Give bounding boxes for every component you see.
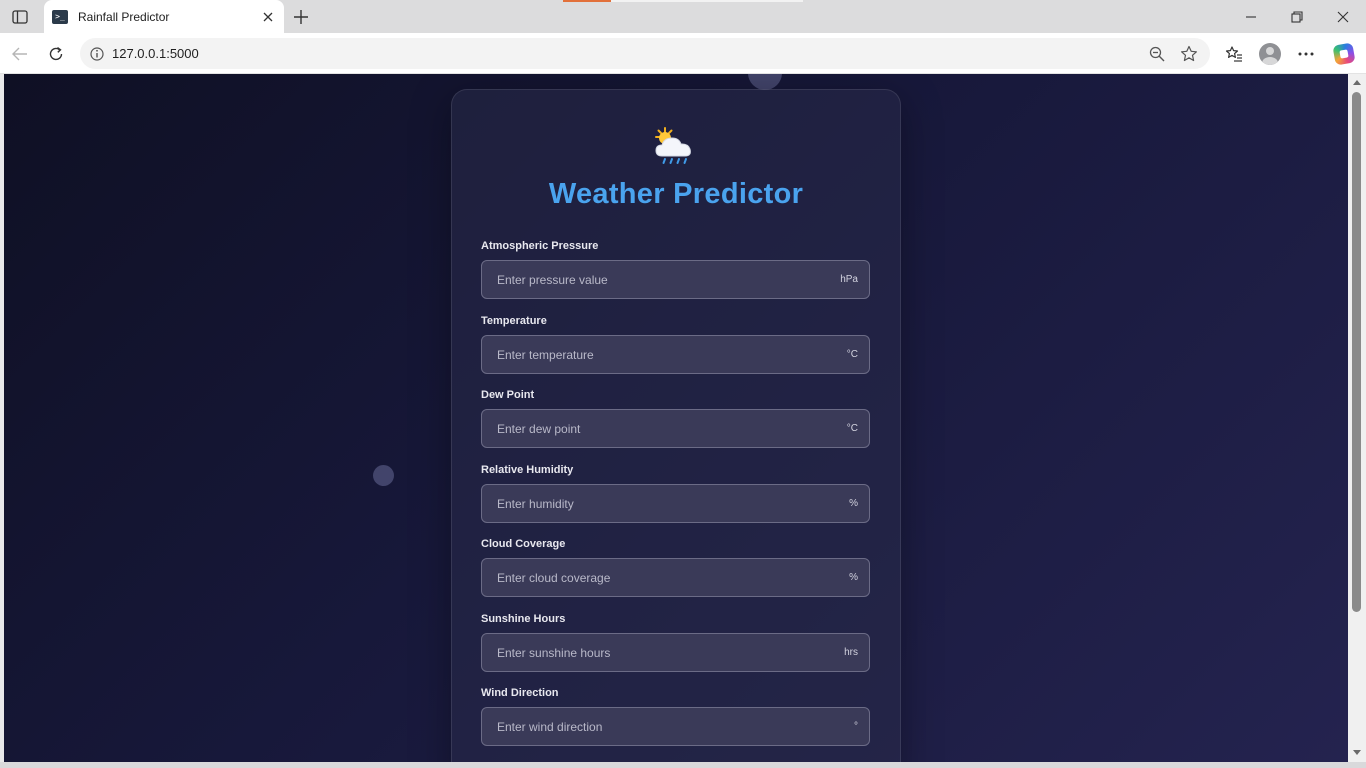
- favorites-icon[interactable]: [1221, 41, 1247, 67]
- profile-avatar[interactable]: [1257, 41, 1283, 67]
- predictor-form-card: Weather Predictor Atmospheric Pressure h…: [451, 89, 901, 762]
- avatar-icon: [1259, 43, 1281, 65]
- window-bottom-edge: [0, 762, 1366, 768]
- new-tab-button[interactable]: [290, 6, 312, 28]
- field-dew-point: Dew Point °C: [481, 389, 870, 448]
- site-info-icon[interactable]: [90, 46, 104, 61]
- field-label: Cloud Coverage: [481, 538, 566, 550]
- field-label: Wind Direction: [481, 687, 559, 699]
- sun-rain-cloud-icon: [655, 127, 691, 164]
- reload-icon[interactable]: [43, 41, 69, 67]
- browser-tab-bar: >_ Rainfall Predictor: [0, 0, 1366, 33]
- decorative-bubble: [373, 465, 394, 486]
- tab-actions-icon[interactable]: [8, 6, 32, 28]
- favorite-star-icon[interactable]: [1178, 43, 1200, 65]
- field-sunshine-hours: Sunshine Hours hrs: [481, 613, 870, 672]
- minimize-icon[interactable]: [1238, 4, 1264, 30]
- tab-title: Rainfall Predictor: [78, 9, 170, 24]
- scroll-thumb[interactable]: [1352, 92, 1361, 612]
- field-wind-direction: Wind Direction °: [481, 687, 870, 746]
- field-label: Sunshine Hours: [481, 613, 566, 625]
- unit-label: %: [849, 572, 858, 583]
- humidity-input[interactable]: [482, 485, 869, 522]
- unit-label: °C: [846, 349, 858, 360]
- unit-label: hPa: [840, 274, 858, 285]
- field-atmospheric-pressure: Atmospheric Pressure hPa: [481, 240, 870, 299]
- wind-direction-input[interactable]: [482, 708, 869, 745]
- field-temperature: Temperature °C: [481, 315, 870, 374]
- tab-strip-highlight: [611, 0, 803, 2]
- field-label: Atmospheric Pressure: [481, 240, 599, 252]
- back-icon[interactable]: [7, 41, 33, 67]
- address-bar[interactable]: 127.0.0.1:5000: [80, 38, 1210, 69]
- input-wrapper: °: [481, 707, 870, 746]
- close-tab-icon[interactable]: [260, 9, 276, 25]
- zoom-out-icon[interactable]: [1146, 43, 1168, 65]
- page-scrollbar[interactable]: [1348, 74, 1366, 762]
- browser-toolbar: 127.0.0.1:5000: [0, 33, 1366, 74]
- input-wrapper: °C: [481, 409, 870, 448]
- unit-label: %: [849, 498, 858, 509]
- pressure-input[interactable]: [482, 261, 869, 298]
- page-title: Weather Predictor: [548, 178, 804, 210]
- field-label: Relative Humidity: [481, 464, 574, 476]
- more-options-icon[interactable]: [1293, 41, 1319, 67]
- input-wrapper: hPa: [481, 260, 870, 299]
- restore-icon[interactable]: [1284, 4, 1310, 30]
- input-wrapper: %: [481, 484, 870, 523]
- page-viewport: Weather Predictor Atmospheric Pressure h…: [4, 74, 1348, 762]
- scroll-down-arrow-icon[interactable]: [1353, 750, 1361, 755]
- field-cloud-coverage: Cloud Coverage %: [481, 538, 870, 597]
- tab-strip-accent: [563, 0, 611, 2]
- copilot-icon[interactable]: [1331, 41, 1357, 67]
- terminal-favicon-icon: >_: [52, 9, 68, 24]
- field-label: Temperature: [481, 315, 547, 327]
- input-wrapper: °C: [481, 335, 870, 374]
- field-relative-humidity: Relative Humidity %: [481, 464, 870, 523]
- sunshine-hours-input[interactable]: [482, 634, 869, 671]
- input-wrapper: %: [481, 558, 870, 597]
- active-tab[interactable]: >_ Rainfall Predictor: [44, 0, 284, 33]
- scroll-up-arrow-icon[interactable]: [1353, 80, 1361, 85]
- close-window-icon[interactable]: [1330, 4, 1356, 30]
- unit-label: °: [854, 721, 858, 732]
- unit-label: hrs: [844, 647, 858, 658]
- copilot-logo: [1332, 42, 1356, 66]
- field-label: Dew Point: [481, 389, 535, 401]
- cloud-coverage-input[interactable]: [482, 559, 869, 596]
- input-wrapper: hrs: [481, 633, 870, 672]
- unit-label: °C: [846, 423, 858, 434]
- decorative-bubble: [748, 74, 782, 90]
- temperature-input[interactable]: [482, 336, 869, 373]
- url-text[interactable]: 127.0.0.1:5000: [112, 46, 1136, 61]
- dew-point-input[interactable]: [482, 410, 869, 447]
